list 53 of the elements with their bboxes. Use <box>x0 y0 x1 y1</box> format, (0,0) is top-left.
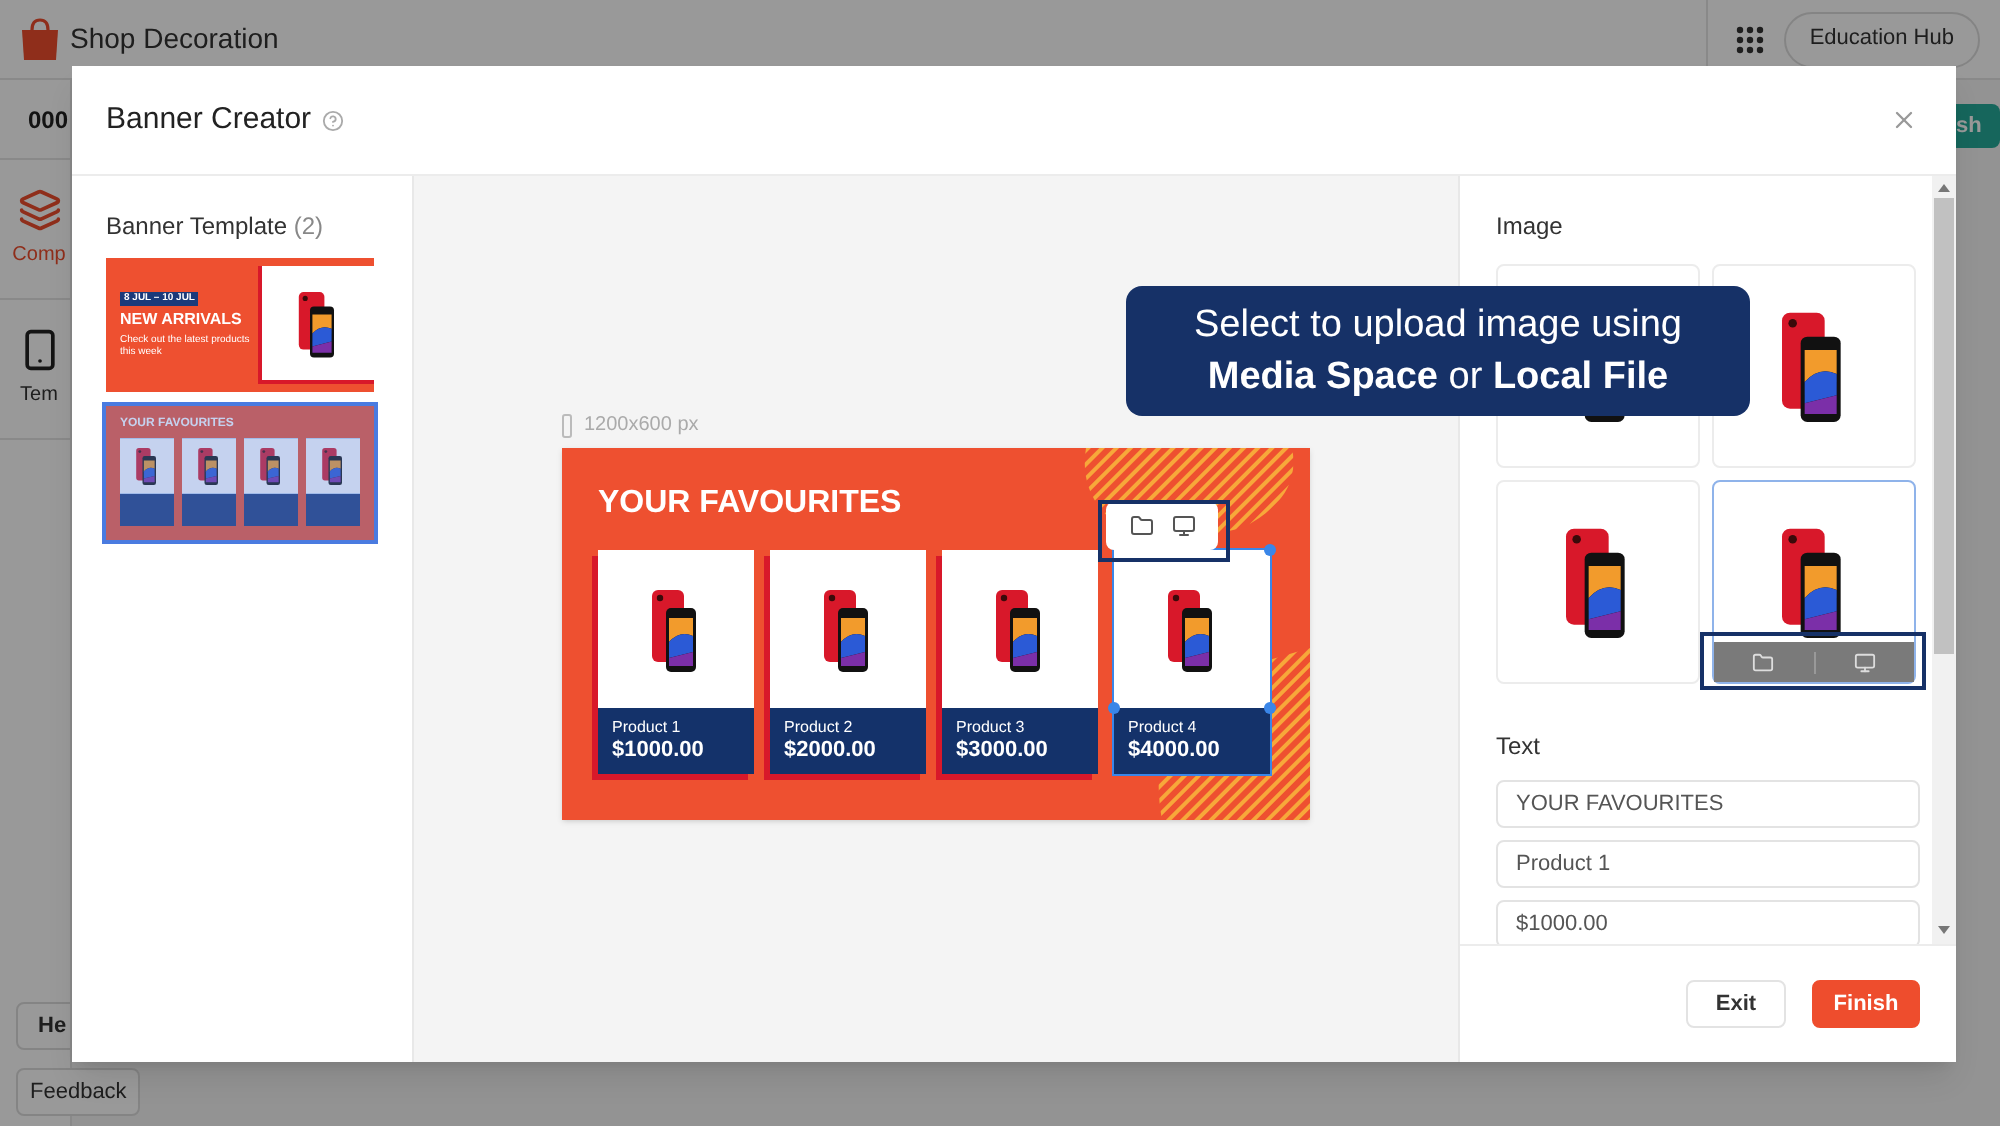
product-price: $4000.00 <box>1128 738 1222 764</box>
card-label <box>306 494 360 526</box>
product-card[interactable]: Product 3 $3000.00 <box>942 550 1098 774</box>
card-label <box>244 494 298 526</box>
banner-size: 1200x600 px <box>584 412 699 440</box>
layers-icon <box>17 188 61 232</box>
modal-title: Banner Creator <box>106 99 312 140</box>
monitor-icon[interactable] <box>1171 514 1195 538</box>
template-title: NEW ARRIVALS <box>120 310 244 330</box>
exit-button[interactable]: Exit <box>1686 980 1786 1028</box>
shopping-bag-icon <box>20 17 60 61</box>
text-field[interactable]: YOUR FAVOURITES <box>1496 780 1920 828</box>
card-label <box>182 494 236 526</box>
ruler-icon <box>562 413 572 437</box>
text-field[interactable]: Product 1 <box>1496 840 1920 888</box>
folder-icon[interactable] <box>1129 514 1153 538</box>
help-icon[interactable] <box>321 109 344 131</box>
product-price: $3000.00 <box>956 738 1050 764</box>
shop-id: 000 <box>28 103 69 137</box>
app-title: Shop Decoration <box>70 20 279 58</box>
help-button[interactable]: He <box>16 1002 70 1050</box>
image-tile[interactable] <box>1712 480 1916 684</box>
product-card[interactable]: Product 1 $1000.00 <box>598 550 754 774</box>
product-name: Product 2 <box>784 718 855 738</box>
card-label <box>120 494 174 526</box>
scroll-down-icon[interactable] <box>1938 926 1950 934</box>
resize-handle[interactable] <box>1108 702 1120 714</box>
image-heading: Image <box>1496 210 1565 244</box>
product-price: $2000.00 <box>784 738 878 764</box>
product-price: $1000.00 <box>612 738 706 764</box>
text-heading: Text <box>1496 730 1543 764</box>
sidebar-item[interactable]: Tem <box>0 300 70 440</box>
resize-handle[interactable] <box>1264 544 1276 556</box>
finish-button[interactable]: Finish <box>1812 980 1920 1028</box>
banner-title: YOUR FAVOURITES <box>598 484 904 524</box>
product-name: Product 4 <box>1128 718 1199 738</box>
product-card[interactable]: Product 2 $2000.00 <box>770 550 926 774</box>
education-hub-button[interactable]: Education Hub <box>1783 11 1980 67</box>
scrollbar-thumb[interactable] <box>1934 198 1954 654</box>
product-card[interactable]: Product 4 $4000.00 <box>1114 550 1270 774</box>
highlight-frame <box>1098 500 1230 562</box>
apps-grid-icon[interactable] <box>1735 25 1764 53</box>
monitor-icon[interactable] <box>1853 651 1876 673</box>
scrollbar[interactable] <box>1932 176 1956 944</box>
tooltip-text: Select to upload image using Media Space or Local File <box>1194 301 1682 401</box>
feedback-button[interactable]: Feedback <box>16 1068 141 1116</box>
resize-handle[interactable] <box>1264 702 1276 714</box>
product-name: Product 1 <box>612 718 683 738</box>
product-name: Product 3 <box>956 718 1027 738</box>
close-icon[interactable] <box>1890 106 1918 134</box>
scroll-up-icon[interactable] <box>1938 184 1950 192</box>
text-field[interactable]: $1000.00 <box>1496 900 1920 944</box>
template-heading: Banner Template (2) <box>106 210 326 244</box>
